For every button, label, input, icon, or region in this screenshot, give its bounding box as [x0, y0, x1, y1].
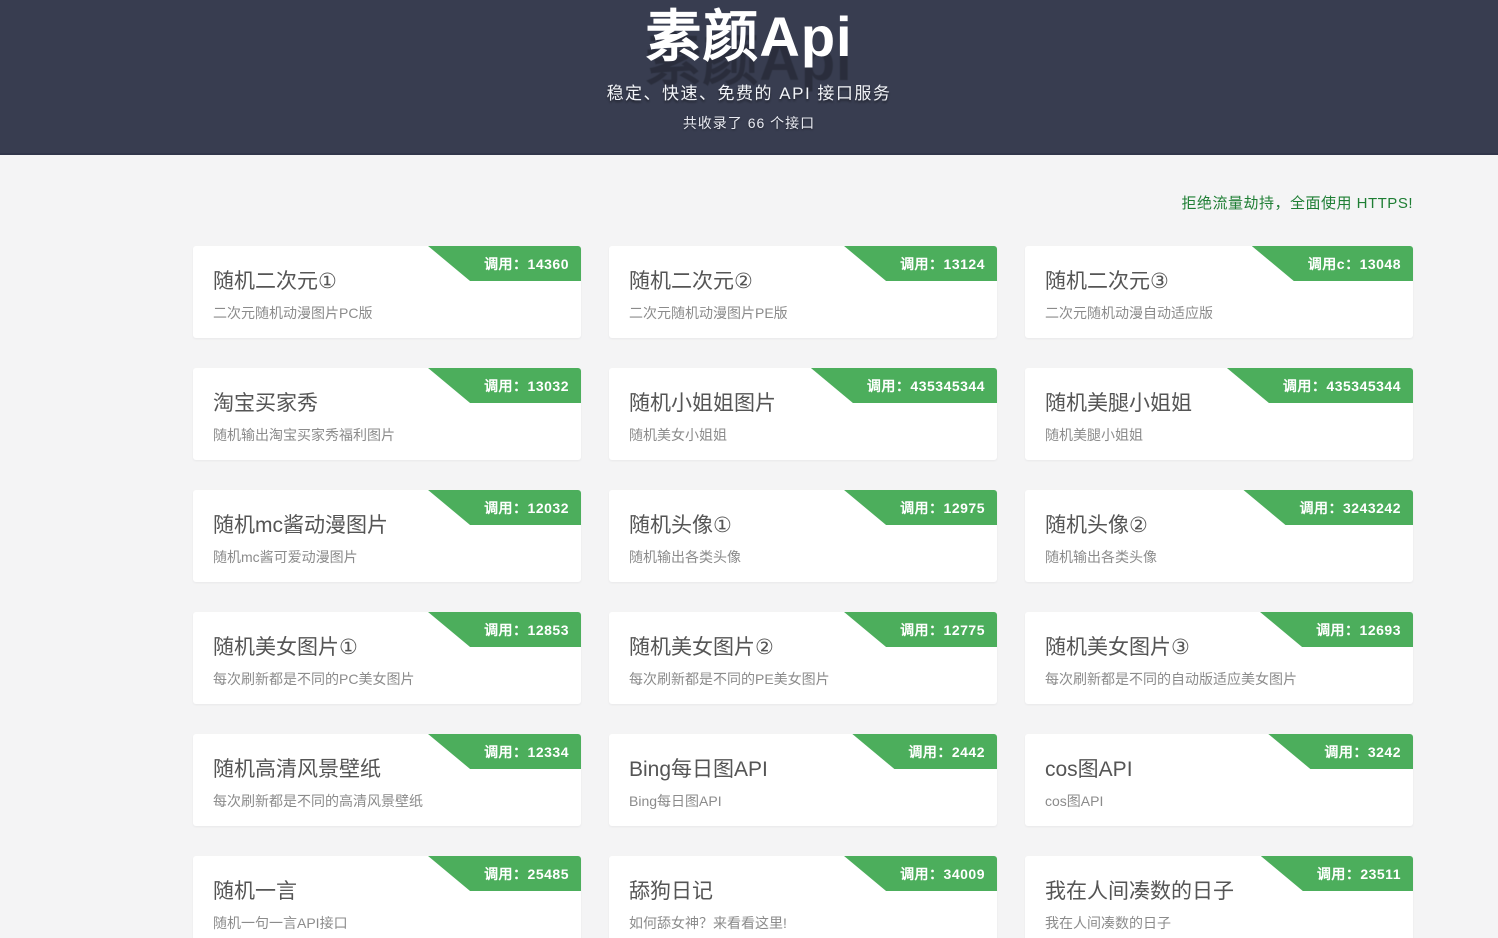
api-card[interactable]: 调用：13124 随机二次元② 二次元随机动漫图片PE版: [609, 246, 997, 338]
api-card[interactable]: 调用：12032 随机mc酱动漫图片 随机mc酱可爱动漫图片: [193, 490, 581, 582]
site-title: 素颜Api: [0, 0, 1498, 67]
api-card-desc: 随机输出各类头像: [629, 547, 977, 567]
api-card-desc: 我在人间凑数的日子: [1045, 913, 1393, 933]
api-card-desc: 每次刷新都是不同的PE美女图片: [629, 669, 977, 689]
hero-header: 素颜Api 稳定、快速、免费的 API 接口服务 共收录了 66 个接口: [0, 0, 1498, 155]
api-card[interactable]: 调用：435345344 随机美腿小姐姐 随机美腿小姐姐: [1025, 368, 1413, 460]
api-card-desc: 每次刷新都是不同的PC美女图片: [213, 669, 561, 689]
api-card[interactable]: 调用：2442 Bing每日图API Bing每日图API: [609, 734, 997, 826]
api-card-desc: 随机一句一言API接口: [213, 913, 561, 933]
api-card[interactable]: 调用：14360 随机二次元① 二次元随机动漫图片PC版: [193, 246, 581, 338]
api-card-desc: Bing每日图API: [629, 791, 977, 811]
api-card[interactable]: 调用：34009 舔狗日记 如何舔女神？来看看这里!: [609, 856, 997, 938]
api-card-desc: 随机美腿小姐姐: [1045, 425, 1393, 445]
api-card[interactable]: 调用：12975 随机头像① 随机输出各类头像: [609, 490, 997, 582]
site-subtitle: 稳定、快速、免费的 API 接口服务: [0, 79, 1498, 104]
api-card-desc: 随机输出淘宝买家秀福利图片: [213, 425, 561, 445]
api-card-desc: 如何舔女神？来看看这里!: [629, 913, 977, 933]
main-content: 拒绝流量劫持，全面使用 HTTPS! 调用：14360 随机二次元① 二次元随机…: [193, 192, 1413, 938]
api-card[interactable]: 调用：23511 我在人间凑数的日子 我在人间凑数的日子: [1025, 856, 1413, 938]
api-card[interactable]: 调用：3242 cos图API cos图API: [1025, 734, 1413, 826]
api-card-desc: 每次刷新都是不同的自动版适应美女图片: [1045, 669, 1393, 689]
api-card[interactable]: 调用：435345344 随机小姐姐图片 随机美女小姐姐: [609, 368, 997, 460]
api-card-grid: 调用：14360 随机二次元① 二次元随机动漫图片PC版 调用：13124 随机…: [193, 246, 1413, 938]
api-card-desc: cos图API: [1045, 791, 1393, 811]
api-card[interactable]: 调用c：13048 随机二次元③ 二次元随机动漫自动适应版: [1025, 246, 1413, 338]
https-notice-link[interactable]: 拒绝流量劫持，全面使用 HTTPS!: [193, 192, 1413, 213]
api-card[interactable]: 调用：12853 随机美女图片① 每次刷新都是不同的PC美女图片: [193, 612, 581, 704]
api-count-text: 共收录了 66 个接口: [0, 113, 1498, 133]
api-card[interactable]: 调用：12334 随机高清风景壁纸 每次刷新都是不同的高清风景壁纸: [193, 734, 581, 826]
api-card[interactable]: 调用：12693 随机美女图片③ 每次刷新都是不同的自动版适应美女图片: [1025, 612, 1413, 704]
api-card[interactable]: 调用：12775 随机美女图片② 每次刷新都是不同的PE美女图片: [609, 612, 997, 704]
api-card-desc: 二次元随机动漫图片PE版: [629, 303, 977, 323]
api-card[interactable]: 调用：13032 淘宝买家秀 随机输出淘宝买家秀福利图片: [193, 368, 581, 460]
api-card-desc: 随机mc酱可爱动漫图片: [213, 547, 561, 567]
api-card[interactable]: 调用：3243242 随机头像② 随机输出各类头像: [1025, 490, 1413, 582]
api-card-desc: 二次元随机动漫自动适应版: [1045, 303, 1393, 323]
api-card-desc: 每次刷新都是不同的高清风景壁纸: [213, 791, 561, 811]
api-card-desc: 二次元随机动漫图片PC版: [213, 303, 561, 323]
api-card[interactable]: 调用：25485 随机一言 随机一句一言API接口: [193, 856, 581, 938]
api-card-desc: 随机输出各类头像: [1045, 547, 1393, 567]
api-card-desc: 随机美女小姐姐: [629, 425, 977, 445]
